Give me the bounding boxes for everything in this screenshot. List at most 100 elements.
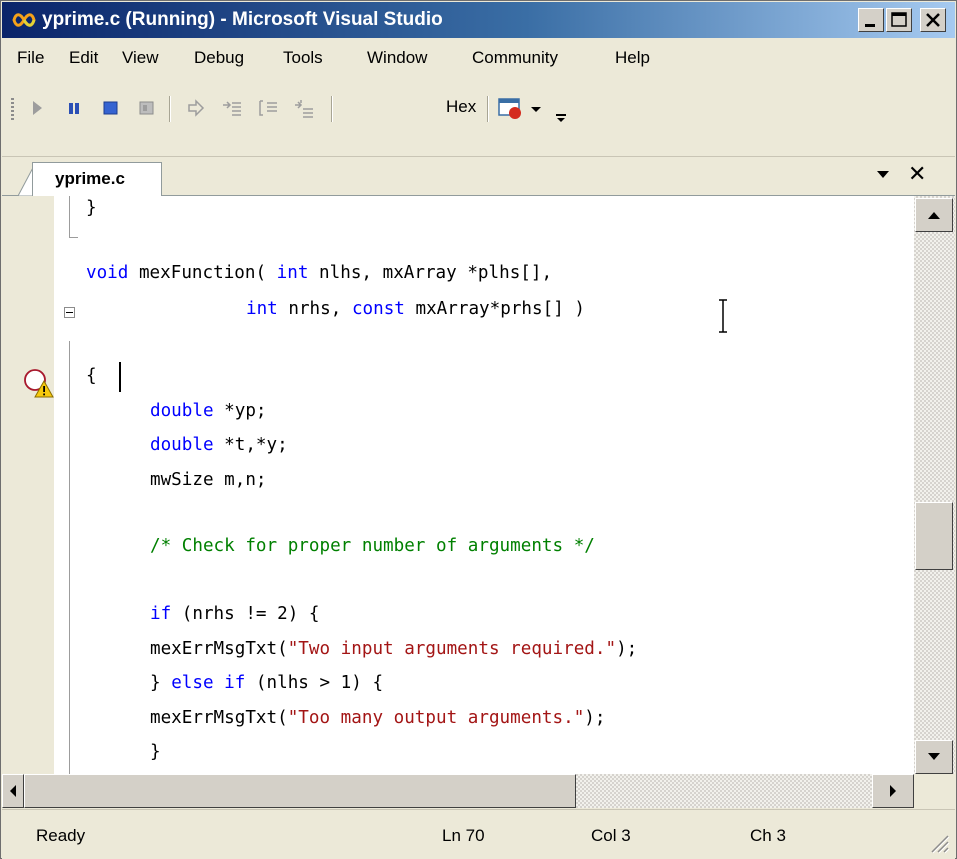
menu-file[interactable]: File — [17, 48, 44, 68]
step-over-button[interactable] — [254, 94, 282, 122]
indicator-margin[interactable] — [2, 196, 54, 774]
code-text: (nlhs > 1) { — [245, 673, 384, 693]
breakpoint-warning-icon[interactable] — [22, 366, 56, 400]
code-line: double *yp; — [150, 401, 267, 421]
code-text: } — [86, 198, 97, 218]
arrow-right-icon — [890, 785, 896, 797]
keyword: void — [86, 263, 129, 283]
scroll-down-button[interactable] — [915, 740, 953, 774]
breakpoints-window-button[interactable] — [496, 94, 524, 122]
code-text: mxArray*prhs[] ) — [404, 299, 585, 319]
continue-button[interactable] — [23, 94, 51, 122]
scroll-left-button[interactable] — [2, 774, 24, 808]
status-column-number: Col 3 — [591, 826, 631, 845]
step-into-button[interactable] — [218, 94, 246, 122]
keyword: if — [224, 673, 246, 693]
code-text: } — [150, 742, 161, 762]
restart-icon — [139, 101, 154, 115]
toolbar-overflow-icon — [556, 114, 566, 122]
window-title: yprime.c (Running) - Microsoft Visual St… — [42, 9, 443, 30]
comment-text: /* Check for proper number of arguments … — [150, 536, 595, 556]
code-text: *yp; — [213, 401, 267, 421]
menu-view[interactable]: View — [122, 48, 159, 68]
scroll-right-button[interactable] — [872, 774, 914, 808]
menu-help[interactable]: Help — [615, 48, 650, 68]
status-line-number: Ln 70 — [442, 826, 485, 845]
break-all-button[interactable] — [60, 94, 88, 122]
step-over-icon — [259, 100, 277, 116]
keyword: if — [150, 604, 172, 624]
horizontal-scroll-thumb[interactable] — [24, 774, 576, 808]
collapse-toggle-icon[interactable] — [64, 307, 75, 318]
step-into-icon — [223, 101, 241, 116]
close-icon — [926, 13, 940, 27]
menu-edit[interactable]: Edit — [69, 48, 98, 68]
menu-community[interactable]: Community — [472, 48, 558, 68]
show-next-statement-icon — [188, 99, 205, 117]
toolbar-separator — [331, 96, 333, 122]
status-ready: Ready — [36, 826, 86, 845]
text-cursor-icon — [719, 299, 727, 333]
close-window-button[interactable] — [920, 8, 946, 32]
continue-icon — [33, 101, 42, 115]
visual-studio-window: yprime.c (Running) - Microsoft Visual St… — [0, 0, 957, 859]
vertical-scrollbar[interactable] — [914, 196, 955, 774]
code-text: ); — [584, 708, 606, 728]
restart-button[interactable] — [132, 94, 160, 122]
stop-debugging-button[interactable] — [96, 94, 124, 122]
code-line: mexErrMsgTxt("Too many output arguments.… — [150, 708, 605, 728]
tab-yprime-c[interactable]: yprime.c — [32, 162, 162, 196]
minimize-icon — [865, 24, 875, 27]
menu-tools[interactable]: Tools — [283, 48, 323, 68]
toolbar-grip[interactable] — [11, 98, 14, 120]
chevron-down-icon[interactable] — [874, 165, 892, 183]
code-line: double *t,*y; — [150, 435, 288, 455]
code-line: if (nrhs != 2) { — [150, 604, 319, 624]
maximize-button[interactable] — [886, 8, 912, 32]
arrow-left-icon — [10, 785, 16, 797]
menu-window[interactable]: Window — [367, 48, 427, 68]
tab-label: yprime.c — [55, 169, 125, 188]
string-literal: "Too many output arguments." — [287, 708, 585, 728]
keyword: const — [351, 299, 405, 319]
horizontal-scrollbar[interactable] — [2, 774, 914, 808]
menu-debug[interactable]: Debug — [194, 48, 244, 68]
code-text: ); — [616, 639, 638, 659]
toolbar-separator — [169, 96, 171, 122]
toolbar-options-button[interactable] — [553, 94, 569, 122]
keyword: else — [171, 673, 214, 693]
text-caret — [119, 362, 121, 392]
code-text: mexErrMsgTxt( — [150, 708, 288, 728]
minimize-button[interactable] — [858, 8, 884, 32]
menu-bar: File Edit View Debug Tools Window Commun… — [2, 39, 955, 77]
status-character-number: Ch 3 — [750, 826, 786, 845]
code-text: mwSize m,n; — [150, 470, 267, 490]
title-bar[interactable]: yprime.c (Running) - Microsoft Visual St… — [2, 2, 955, 38]
scroll-up-button[interactable] — [915, 198, 953, 232]
code-text: } — [150, 673, 172, 693]
scrollbar-corner — [914, 774, 955, 808]
code-text: mexErrMsgTxt( — [150, 639, 288, 659]
code-line: mexErrMsgTxt("Two input arguments requir… — [150, 639, 637, 659]
code-editor[interactable]: } void mexFunction( int nlhs, mxArray *p… — [2, 196, 914, 774]
breakpoints-dropdown-button[interactable] — [527, 94, 545, 122]
code-line: void mexFunction( int nlhs, mxArray *plh… — [86, 263, 552, 283]
keyword: int — [276, 263, 309, 283]
break-all-icon — [69, 103, 79, 114]
vertical-scroll-thumb[interactable] — [915, 502, 953, 570]
breakpoints-window-icon — [498, 98, 521, 119]
toolbar-group: Hex — [7, 92, 572, 124]
stop-debugging-icon — [103, 101, 118, 115]
code-text: (nrhs != 2) { — [171, 604, 320, 624]
code-text: nlhs, mxArray *plhs[], — [308, 263, 553, 283]
arrow-down-icon — [928, 753, 940, 760]
debug-toolbar: Hex — [2, 78, 955, 157]
step-out-button[interactable] — [290, 94, 318, 122]
document-tab-strip: yprime.c ✕ — [2, 157, 955, 196]
hex-display-button[interactable]: Hex — [446, 97, 476, 117]
keyword: double — [150, 401, 214, 421]
resize-grip-icon[interactable] — [926, 830, 950, 854]
show-next-statement-button[interactable] — [182, 94, 210, 122]
close-tab-button[interactable]: ✕ — [908, 161, 926, 187]
